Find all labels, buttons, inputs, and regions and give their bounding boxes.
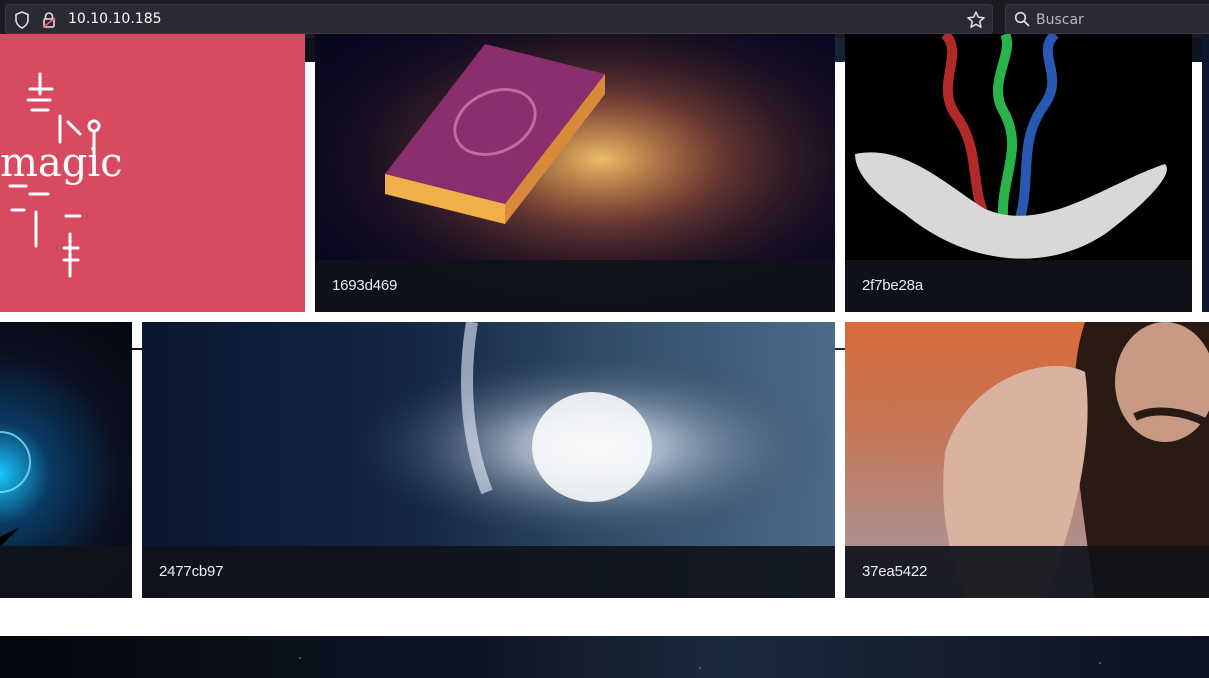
search-input[interactable] (1034, 9, 1208, 31)
tile-caption: 1693d469 (315, 260, 835, 312)
tile-caption: 2477cb97 (142, 546, 835, 598)
tile-caption-text: 2f7be28a (862, 277, 923, 294)
tile-caption: 2f7be28a (845, 260, 1192, 312)
search-bar[interactable] (1005, 4, 1209, 34)
url-text[interactable]: 10.10.10.185 (68, 11, 162, 27)
gallery-tile-37ea5422[interactable]: 37ea5422 (845, 322, 1209, 598)
tile-caption (0, 546, 132, 598)
gallery-tile-2477cb97[interactable]: 2477cb97 (142, 322, 835, 598)
search-icon (1014, 11, 1030, 31)
tile-caption: 37ea5422 (845, 546, 1209, 598)
gallery-tile-partial-right[interactable] (1202, 34, 1209, 312)
shield-icon[interactable] (14, 11, 30, 33)
tile-caption-text: 2477cb97 (159, 563, 224, 580)
svg-text:magic: magic (0, 140, 123, 186)
tile-caption-text: 1693d469 (332, 277, 398, 294)
magic-logo-icon: magic (0, 72, 123, 278)
gallery-tile-magic-logo[interactable]: magic (0, 34, 305, 312)
gallery-tile-blue-orb[interactable] (0, 322, 132, 598)
tile-caption-text: 37ea5422 (862, 563, 928, 580)
bookmark-star-icon[interactable] (966, 10, 986, 34)
url-bar[interactable]: 10.10.10.185 (5, 4, 993, 34)
insecure-lock-icon[interactable] (42, 11, 56, 33)
gallery-tile-2f7be28a[interactable]: 2f7be28a (845, 34, 1192, 312)
browser-toolbar: 10.10.10.185 (0, 0, 1209, 38)
gallery-tile-1693d469[interactable]: 1693d469 (315, 34, 835, 312)
